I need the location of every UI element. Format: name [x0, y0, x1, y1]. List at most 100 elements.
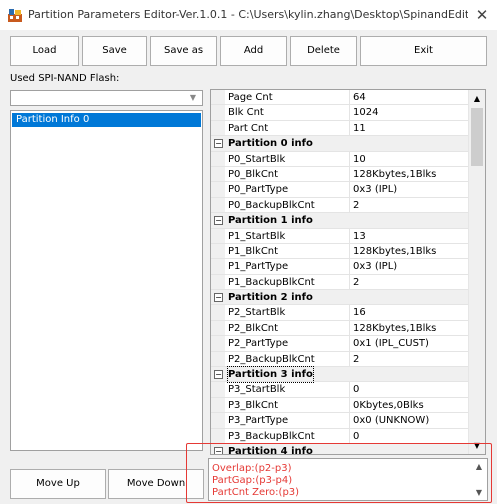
delete-button[interactable]: Delete — [290, 36, 357, 66]
property-key: P3_BackupBlkCnt — [228, 430, 315, 442]
add-button[interactable]: Add — [220, 36, 287, 66]
row-margin — [211, 243, 225, 259]
property-value[interactable]: 0 — [353, 382, 467, 397]
column-divider — [349, 320, 350, 336]
property-row[interactable]: P0_BlkCnt 128Kbytes,1Blks — [211, 166, 469, 183]
property-value[interactable]: 0x3 (IPL) — [353, 259, 467, 274]
column-divider — [349, 151, 350, 166]
property-value[interactable]: 16 — [353, 305, 467, 320]
property-key: P3_BlkCnt — [228, 399, 279, 411]
property-value[interactable]: 128Kbytes,1Blks — [353, 167, 467, 182]
column-divider — [349, 120, 350, 136]
property-value[interactable]: 0x3 (IPL) — [353, 182, 467, 197]
row-margin — [211, 197, 225, 213]
property-row[interactable]: Blk Cnt 1024 — [211, 105, 469, 121]
column-divider — [349, 397, 350, 413]
property-value[interactable]: 11 — [353, 121, 467, 136]
column-divider — [349, 259, 350, 274]
property-key: P2_StartBlk — [228, 307, 286, 319]
property-grid-scrollbar[interactable]: ▲ ▼ — [468, 90, 485, 454]
exit-button[interactable]: Exit — [360, 36, 487, 66]
property-key: P1_PartType — [228, 261, 289, 273]
property-row[interactable]: P1_BlkCnt 128Kbytes,1Blks — [211, 243, 469, 260]
property-value[interactable]: 128Kbytes,1Blks — [353, 321, 467, 336]
save-button[interactable]: Save — [82, 36, 147, 66]
column-divider — [349, 182, 350, 197]
property-key: P0_BlkCnt — [228, 168, 279, 180]
collapse-icon[interactable]: − — [214, 216, 223, 226]
property-row[interactable]: P1_BackupBlkCnt 2 — [211, 274, 469, 291]
property-value[interactable]: 0Kbytes,0Blks — [353, 398, 467, 413]
property-value[interactable]: 128Kbytes,1Blks — [353, 244, 467, 259]
property-value[interactable]: 1024 — [353, 105, 467, 120]
property-key: P1_BlkCnt — [228, 245, 279, 257]
load-button[interactable]: Load — [10, 36, 79, 66]
property-row[interactable]: P2_BackupBlkCnt 2 — [211, 351, 469, 368]
property-key: P2_PartType — [228, 338, 289, 350]
property-row[interactable]: P2_PartType 0x1 (IPL_CUST) — [211, 336, 469, 352]
property-row[interactable]: P0_PartType 0x3 (IPL) — [211, 182, 469, 198]
row-margin — [211, 274, 225, 290]
chevron-down-icon[interactable]: ▼ — [186, 92, 200, 104]
property-row[interactable]: P0_BackupBlkCnt 2 — [211, 197, 469, 214]
row-margin — [211, 351, 225, 367]
column-divider — [349, 305, 350, 320]
move-up-button[interactable]: Move Up — [10, 469, 106, 499]
column-divider — [349, 428, 350, 443]
property-key: P0_PartType — [228, 184, 289, 196]
property-row[interactable]: P3_BlkCnt 0Kbytes,0Blks — [211, 397, 469, 414]
partition-list[interactable]: Partition Info 0 — [10, 110, 203, 451]
property-key: P1_BackupBlkCnt — [228, 276, 315, 288]
row-margin — [211, 428, 225, 443]
property-row[interactable]: P1_PartType 0x3 (IPL) — [211, 259, 469, 275]
window-title: Partition Parameters Editor-Ver.1.0.1 - … — [28, 8, 468, 21]
property-row[interactable]: P3_StartBlk 0 — [211, 382, 469, 398]
list-item[interactable]: Partition Info 0 — [12, 113, 201, 127]
row-margin — [211, 336, 225, 351]
property-value[interactable]: 2 — [353, 352, 467, 367]
property-grid-rows: Page Cnt 64 Blk Cnt 1024 Part Cnt 11− Partitio… — [211, 90, 469, 454]
property-value[interactable]: 2 — [353, 275, 467, 290]
property-value[interactable]: 2 — [353, 198, 467, 213]
group-title: Partition 0 info — [228, 138, 313, 150]
property-value[interactable]: 0 — [353, 429, 467, 444]
row-margin — [211, 182, 225, 197]
column-divider — [349, 105, 350, 120]
property-value[interactable]: 10 — [353, 152, 467, 167]
collapse-icon[interactable]: − — [214, 139, 223, 149]
row-margin — [211, 166, 225, 182]
column-divider — [349, 382, 350, 397]
row-margin — [211, 382, 225, 397]
property-row[interactable]: P3_PartType 0x0 (UNKNOW) — [211, 413, 469, 429]
group-title: Partition 1 info — [228, 215, 313, 227]
flash-select[interactable]: ▼ — [10, 90, 203, 106]
property-row[interactable]: P3_BackupBlkCnt 0 — [211, 428, 469, 444]
group-header[interactable]: − Partition 2 info — [211, 290, 469, 306]
group-header[interactable]: − Partition 1 info — [211, 213, 469, 229]
column-divider — [349, 336, 350, 351]
collapse-icon[interactable]: − — [214, 370, 223, 380]
property-row[interactable]: Part Cnt 11 — [211, 120, 469, 137]
row-margin — [211, 90, 225, 105]
property-row[interactable]: P0_StartBlk 10 — [211, 151, 469, 167]
property-value[interactable]: 0x0 (UNKNOW) — [353, 413, 467, 428]
property-value[interactable]: 0x1 (IPL_CUST) — [353, 336, 467, 351]
property-key: Blk Cnt — [228, 107, 264, 119]
scroll-up-icon[interactable]: ▲ — [469, 90, 485, 107]
property-row[interactable]: P2_BlkCnt 128Kbytes,1Blks — [211, 320, 469, 337]
property-key: P0_StartBlk — [228, 153, 286, 165]
property-value[interactable]: 13 — [353, 229, 467, 244]
property-row[interactable]: P2_StartBlk 16 — [211, 305, 469, 321]
property-row[interactable]: Page Cnt 64 — [211, 90, 469, 106]
property-value[interactable]: 64 — [353, 90, 467, 105]
collapse-icon[interactable]: − — [214, 293, 223, 303]
group-title: Partition 3 info — [227, 366, 314, 384]
save-as-button[interactable]: Save as — [150, 36, 217, 66]
property-row[interactable]: P1_StartBlk 13 — [211, 228, 469, 244]
property-grid[interactable]: Page Cnt 64 Blk Cnt 1024 Part Cnt 11− Partitio… — [210, 89, 486, 455]
row-margin — [211, 228, 225, 243]
group-header[interactable]: − Partition 3 info — [211, 366, 469, 384]
group-header[interactable]: − Partition 0 info — [211, 136, 469, 152]
scrollbar-thumb[interactable] — [471, 108, 483, 166]
close-button[interactable]: ✕ — [472, 5, 492, 25]
